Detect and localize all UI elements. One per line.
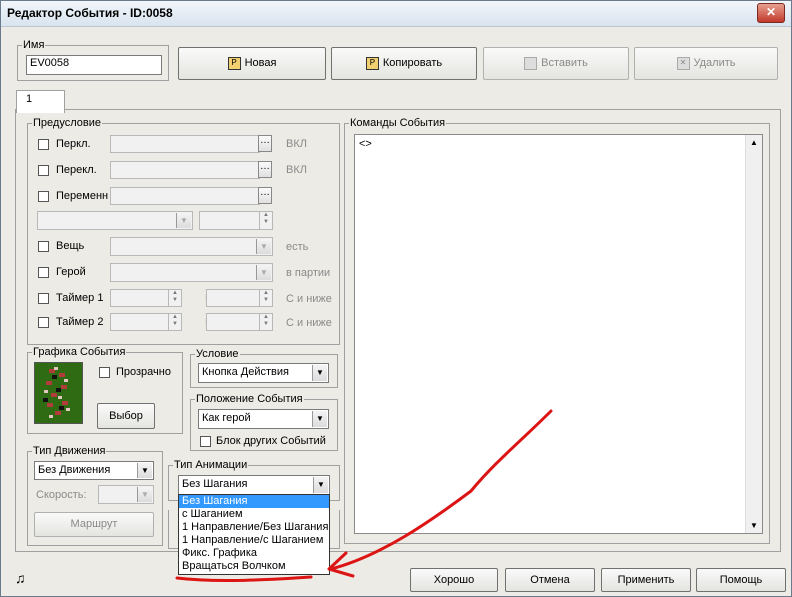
annotation-arrow-line: [329, 409, 553, 571]
event-editor-window: Редактор События - ID:0058 ✕ Имя EV0058 …: [0, 0, 792, 597]
annotation-underline: [175, 575, 313, 583]
red-annotation-overlay: [175, 409, 553, 583]
